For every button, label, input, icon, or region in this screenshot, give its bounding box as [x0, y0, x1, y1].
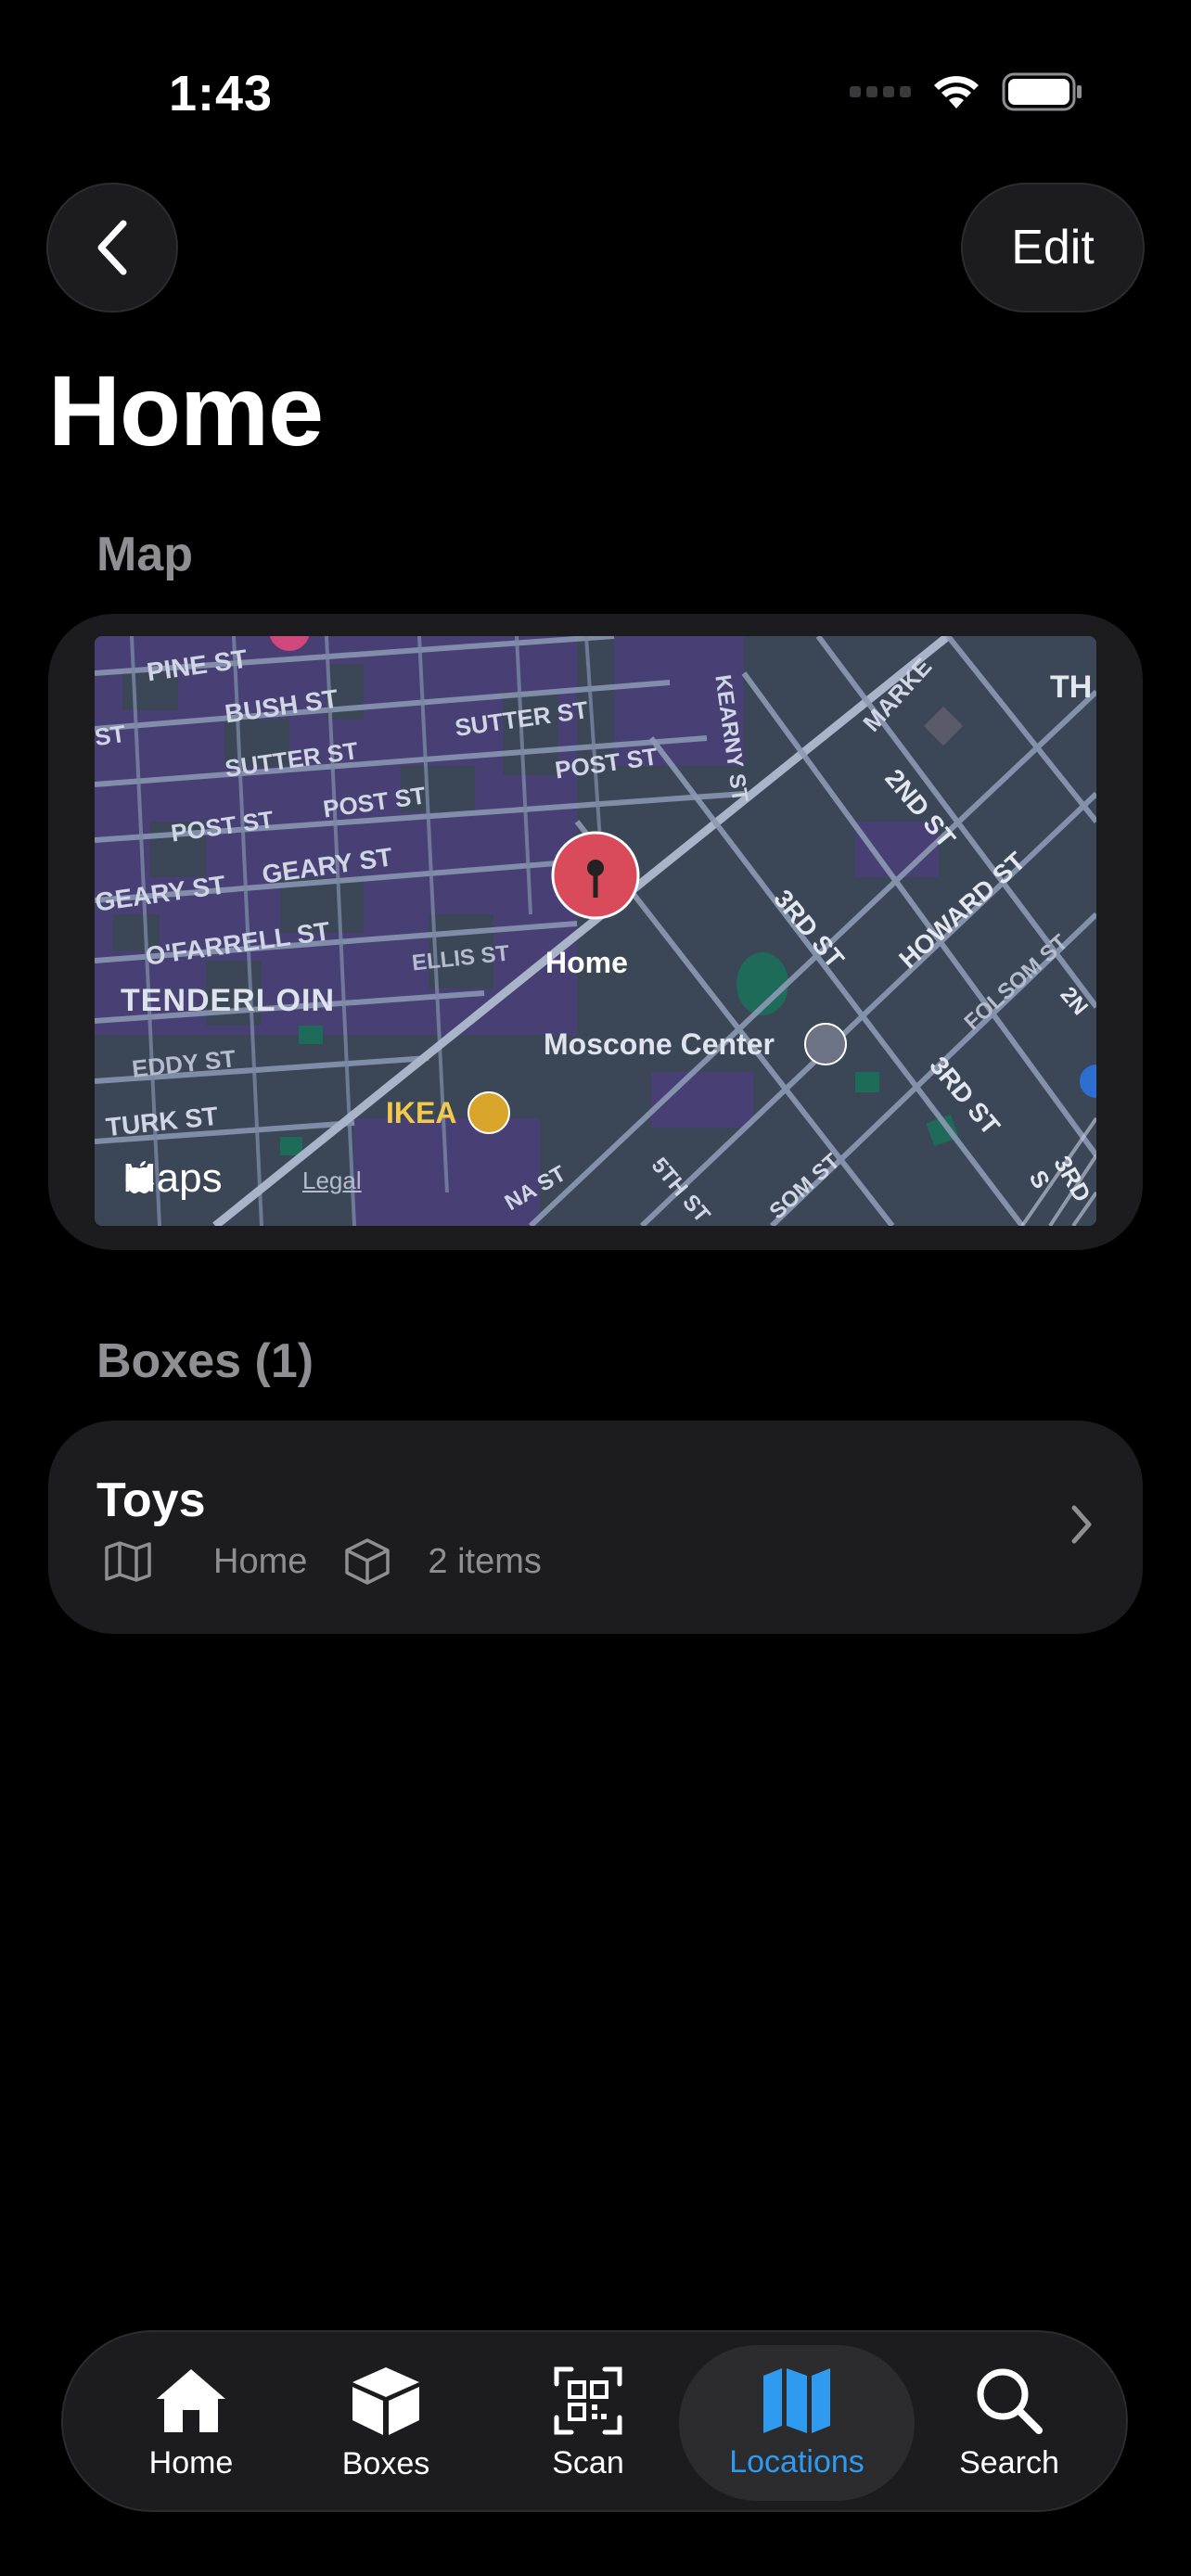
- map-card: PINE ST BUSH ST SUTTER ST SUTTER ST POST…: [48, 614, 1143, 1250]
- tab-scan[interactable]: Scan: [514, 2332, 662, 2514]
- tab-label: Scan: [552, 2444, 624, 2480]
- status-time: 1:43: [169, 66, 274, 121]
- map-icon: [763, 2367, 830, 2433]
- apple-logo-icon: [125, 1161, 154, 1193]
- map-view[interactable]: PINE ST BUSH ST SUTTER ST SUTTER ST POST…: [95, 636, 1096, 1226]
- ikea-label: IKEA: [386, 1096, 457, 1129]
- map-pin-label: Home: [545, 946, 628, 979]
- wifi-icon: [934, 76, 979, 108]
- box-name: Toys: [96, 1473, 206, 1527]
- district-label: TENDERLOIN: [121, 983, 335, 1018]
- chevron-right-icon: [1071, 1505, 1092, 1544]
- street-label: ST: [95, 719, 128, 752]
- tab-home[interactable]: Home: [117, 2332, 265, 2514]
- page-title: Home: [48, 354, 324, 466]
- box-item-count: 2 items: [428, 1541, 542, 1581]
- tab-search[interactable]: Search: [935, 2332, 1083, 2514]
- tab-label: Locations: [729, 2443, 864, 2480]
- tab-bar: Home Boxes Scan Locations Search: [61, 2330, 1128, 2512]
- magnifying-glass-icon: [977, 2368, 1043, 2434]
- tab-locations[interactable]: Locations: [679, 2345, 915, 2501]
- edit-button[interactable]: Edit: [961, 183, 1145, 312]
- street-label: TH: [1050, 670, 1093, 705]
- chevron-left-icon: [97, 220, 127, 275]
- cellular-signal-icon: [850, 86, 911, 97]
- status-indicators: [850, 72, 1083, 111]
- battery-icon: [1002, 72, 1082, 111]
- tab-label: Home: [148, 2444, 234, 2480]
- legal-link[interactable]: Legal: [302, 1167, 362, 1195]
- boxes-section-label: Boxes (1): [96, 1334, 314, 1388]
- tab-label: Search: [959, 2444, 1059, 2480]
- cube-icon: [345, 1538, 391, 1585]
- screen: 1:43 Edit Home Map PINE ST BUSH ST SUTTE…: [0, 0, 1191, 2576]
- box-location: Home: [213, 1541, 308, 1581]
- moscone-center-label: Moscone Center: [544, 1027, 775, 1061]
- box-row-toys[interactable]: Toys Home 2 items: [48, 1421, 1143, 1634]
- box-icon: [352, 2366, 419, 2435]
- apple-maps-logo: Maps: [122, 1155, 223, 1202]
- qr-code-icon: [554, 2366, 622, 2434]
- house-icon: [157, 2368, 225, 2432]
- back-button[interactable]: [46, 183, 178, 312]
- tab-label: Boxes: [341, 2445, 430, 2481]
- map-section-label: Map: [96, 528, 193, 581]
- box-meta: Home 2 items: [104, 1537, 542, 1586]
- tab-boxes[interactable]: Boxes: [312, 2332, 460, 2514]
- map-icon: [105, 1541, 151, 1582]
